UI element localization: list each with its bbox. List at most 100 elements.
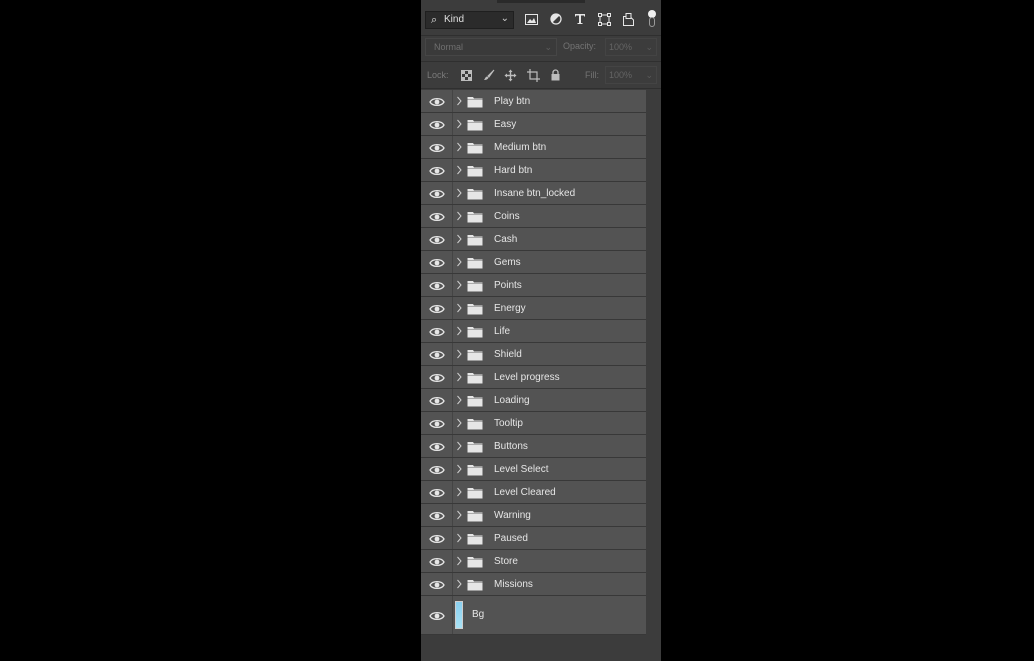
layer-group-row[interactable]: Play btn <box>421 90 646 113</box>
kind-filter-select[interactable]: ⌕ Kind ⌄ <box>425 11 514 29</box>
row-divider <box>452 205 453 227</box>
layer-group-row[interactable]: Paused <box>421 527 646 550</box>
blend-mode-select[interactable]: Normal ⌄ <box>425 38 557 56</box>
eye-visibility-icon[interactable] <box>429 141 445 153</box>
layer-group-row[interactable]: Life <box>421 320 646 343</box>
layer-group-row[interactable]: Cash <box>421 228 646 251</box>
chevron-right-icon[interactable] <box>455 301 463 313</box>
chevron-right-icon[interactable] <box>455 117 463 129</box>
eye-visibility-icon[interactable] <box>429 440 445 452</box>
chevron-right-icon[interactable] <box>455 416 463 428</box>
chevron-right-icon[interactable] <box>455 163 463 175</box>
folder-icon <box>467 164 483 177</box>
row-divider <box>452 527 453 549</box>
layer-thumbnail <box>455 601 463 629</box>
eye-visibility-icon[interactable] <box>429 233 445 245</box>
layer-group-row[interactable]: Store <box>421 550 646 573</box>
layer-group-row[interactable]: Points <box>421 274 646 297</box>
layer-group-row[interactable]: Missions <box>421 573 646 596</box>
eye-visibility-icon[interactable] <box>429 187 445 199</box>
eye-visibility-icon[interactable] <box>429 463 445 475</box>
chevron-right-icon[interactable] <box>455 439 463 451</box>
layer-group-row[interactable]: Level Select <box>421 458 646 481</box>
layer-group-row[interactable]: Level Cleared <box>421 481 646 504</box>
layer-name: Gems <box>494 257 521 268</box>
lock-position-move-icon[interactable] <box>503 68 517 82</box>
layer-group-row[interactable]: Coins <box>421 205 646 228</box>
shape-filter-icon[interactable] <box>596 11 612 27</box>
chevron-right-icon[interactable] <box>455 347 463 359</box>
type-filter-icon[interactable] <box>572 11 588 27</box>
row-divider <box>452 274 453 296</box>
chevron-right-icon[interactable] <box>455 462 463 474</box>
chevron-right-icon[interactable] <box>455 485 463 497</box>
chevron-right-icon[interactable] <box>455 324 463 336</box>
layer-name: Store <box>494 556 518 567</box>
chevron-right-icon[interactable] <box>455 577 463 589</box>
eye-visibility-icon[interactable] <box>429 302 445 314</box>
image-filter-icon[interactable] <box>523 11 539 27</box>
chevron-right-icon[interactable] <box>455 278 463 290</box>
eye-visibility-icon[interactable] <box>429 417 445 429</box>
layer-group-row[interactable]: Warning <box>421 504 646 527</box>
eye-visibility-icon[interactable] <box>429 609 445 621</box>
chevron-right-icon[interactable] <box>455 393 463 405</box>
lock-artboard-icon[interactable] <box>526 68 540 82</box>
chevron-right-icon[interactable] <box>455 209 463 221</box>
divider <box>421 61 661 62</box>
layer-group-row[interactable]: Insane btn_locked <box>421 182 646 205</box>
eye-visibility-icon[interactable] <box>429 371 445 383</box>
opacity-input[interactable]: 100% ⌄ <box>605 38 657 56</box>
folder-icon <box>467 417 483 430</box>
eye-visibility-icon[interactable] <box>429 325 445 337</box>
layer-group-row[interactable]: Tooltip <box>421 412 646 435</box>
eye-visibility-icon[interactable] <box>429 394 445 406</box>
eye-visibility-icon[interactable] <box>429 532 445 544</box>
eye-visibility-icon[interactable] <box>429 256 445 268</box>
chevron-right-icon[interactable] <box>455 255 463 267</box>
fill-input[interactable]: 100% ⌄ <box>605 66 657 84</box>
eye-visibility-icon[interactable] <box>429 486 445 498</box>
eye-visibility-icon[interactable] <box>429 164 445 176</box>
eye-visibility-icon[interactable] <box>429 118 445 130</box>
eye-visibility-icon[interactable] <box>429 509 445 521</box>
toggle-track <box>649 17 655 27</box>
chevron-right-icon[interactable] <box>455 531 463 543</box>
filter-toggle[interactable] <box>648 10 656 28</box>
adjustment-filter-icon[interactable] <box>548 11 564 27</box>
layer-name: Buttons <box>494 441 528 452</box>
layer-group-row[interactable]: Buttons <box>421 435 646 458</box>
eye-visibility-icon[interactable] <box>429 279 445 291</box>
chevron-right-icon[interactable] <box>455 508 463 520</box>
layer-group-row[interactable]: Level progress <box>421 366 646 389</box>
smart-object-filter-icon[interactable] <box>620 11 636 27</box>
layer-name: Play btn <box>494 96 531 107</box>
layers-scrollbar[interactable] <box>646 90 661 661</box>
chevron-right-icon[interactable] <box>455 554 463 566</box>
lock-image-pixels-brush-icon[interactable] <box>482 68 496 82</box>
layer-group-row[interactable]: Hard btn <box>421 159 646 182</box>
lock-transparent-pixels-icon[interactable] <box>459 68 473 82</box>
eye-visibility-icon[interactable] <box>429 348 445 360</box>
chevron-right-icon[interactable] <box>455 370 463 382</box>
eye-visibility-icon[interactable] <box>429 210 445 222</box>
chevron-right-icon[interactable] <box>455 232 463 244</box>
layer-group-row[interactable]: Loading <box>421 389 646 412</box>
layer-group-row[interactable]: Easy <box>421 113 646 136</box>
lock-all-icon[interactable] <box>548 68 562 82</box>
layer-name: Easy <box>494 119 517 130</box>
chevron-right-icon[interactable] <box>455 186 463 198</box>
eye-visibility-icon[interactable] <box>429 578 445 590</box>
eye-visibility-icon[interactable] <box>429 95 445 107</box>
layer-group-row[interactable]: Energy <box>421 297 646 320</box>
layer-group-row[interactable]: Gems <box>421 251 646 274</box>
background-layer-row[interactable]: Bg <box>421 596 646 635</box>
layer-name: Missions <box>494 579 533 590</box>
folder-icon <box>467 95 483 108</box>
chevron-right-icon[interactable] <box>455 140 463 152</box>
layer-group-row[interactable]: Shield <box>421 343 646 366</box>
folder-icon <box>467 532 483 545</box>
layer-group-row[interactable]: Medium btn <box>421 136 646 159</box>
eye-visibility-icon[interactable] <box>429 555 445 567</box>
chevron-right-icon[interactable] <box>455 94 463 106</box>
